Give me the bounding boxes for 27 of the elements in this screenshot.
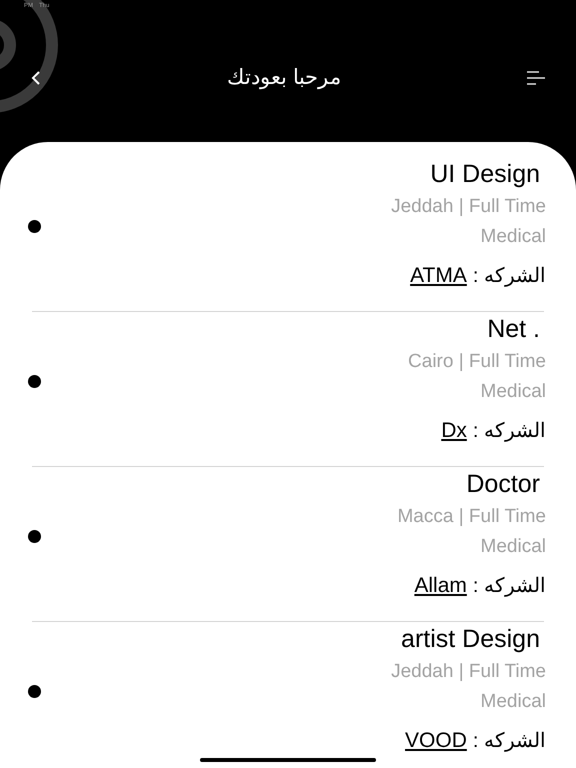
job-title[interactable]: artist Design bbox=[401, 622, 546, 656]
menu-icon[interactable] bbox=[526, 70, 546, 86]
job-category: Medical bbox=[480, 380, 546, 404]
company-label: الشركه : bbox=[472, 419, 546, 444]
job-category: Medical bbox=[480, 690, 546, 714]
bullet-icon bbox=[28, 685, 41, 698]
job-title[interactable]: Doctor bbox=[466, 467, 546, 501]
job-title[interactable]: Net . bbox=[487, 312, 546, 346]
page-title: مرحبا بعودتك bbox=[227, 65, 341, 92]
job-category: Medical bbox=[480, 225, 546, 249]
company-label: الشركه : bbox=[472, 574, 546, 599]
company-label: الشركه : bbox=[472, 264, 546, 289]
job-location: Jeddah | Full Time bbox=[391, 660, 546, 684]
bullet-icon bbox=[28, 530, 41, 543]
bullet-icon bbox=[28, 220, 41, 233]
company-link[interactable]: Allam bbox=[414, 573, 467, 599]
job-location: Jeddah | Full Time bbox=[391, 195, 546, 219]
company-link[interactable]: Dx bbox=[441, 418, 467, 444]
job-location: Cairo | Full Time bbox=[408, 350, 546, 374]
company-link[interactable]: VOOD bbox=[405, 728, 467, 754]
job-category: Medical bbox=[480, 535, 546, 559]
company-label: الشركه : bbox=[472, 729, 546, 754]
company-link[interactable]: ATMA bbox=[410, 263, 467, 289]
back-icon[interactable] bbox=[30, 70, 42, 86]
bullet-icon bbox=[28, 375, 41, 388]
job-location: Macca | Full Time bbox=[397, 505, 546, 529]
job-title[interactable]: UI Design bbox=[430, 157, 546, 191]
